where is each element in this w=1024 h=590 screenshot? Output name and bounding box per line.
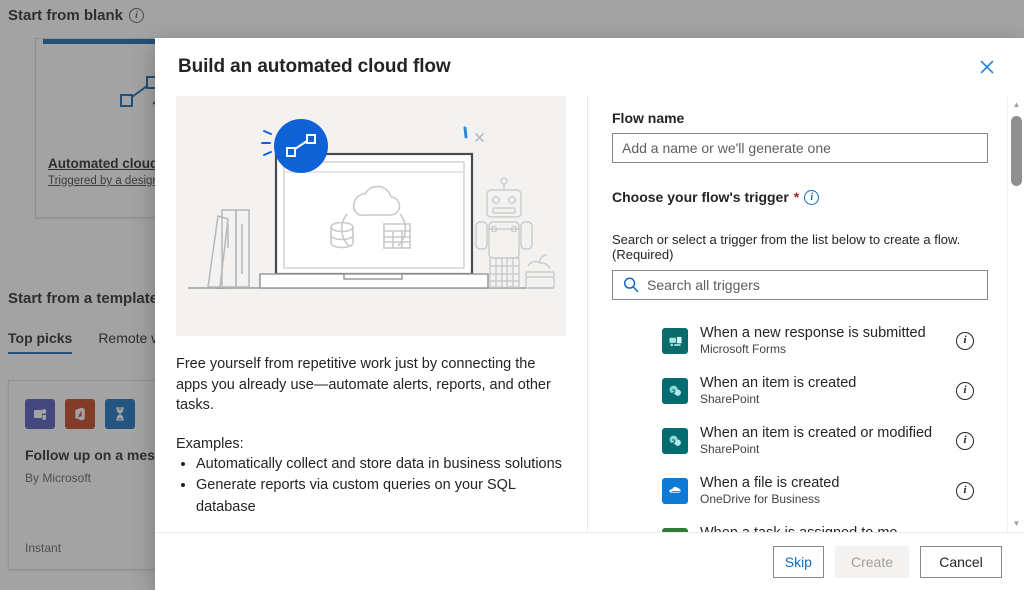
automated-flow-illustration <box>176 96 566 336</box>
search-input[interactable] <box>612 270 988 300</box>
trigger-text: When a task is assigned to me Planner <box>688 524 956 532</box>
dialog-left-pane: Free yourself from repetitive work just … <box>155 96 588 532</box>
cancel-button[interactable]: Cancel <box>920 546 1002 578</box>
onedrive-icon <box>662 478 688 504</box>
trigger-text: When a file is created OneDrive for Busi… <box>688 474 956 508</box>
search-icon <box>622 276 640 294</box>
examples-label: Examples: <box>176 436 565 452</box>
trigger-row-when-an-item-is-created-or-modified[interactable]: When an item is created or modified Shar… <box>612 416 994 466</box>
chevron-down-icon[interactable]: ▼ <box>1008 515 1024 532</box>
trigger-name: When a file is created <box>700 475 839 491</box>
trigger-service: SharePoint <box>700 392 956 408</box>
chevron-up-icon[interactable]: ▲ <box>1008 96 1024 113</box>
trigger-name: When an item is created <box>700 375 856 391</box>
planner-icon <box>662 528 688 532</box>
dialog-title: Build an automated cloud flow <box>178 56 972 78</box>
trigger-text: When a new response is submitted Microso… <box>688 324 956 358</box>
examples-list: Automatically collect and store data in … <box>196 454 565 519</box>
trigger-list: When a new response is submitted Microso… <box>612 316 994 532</box>
trigger-service: SharePoint <box>700 442 956 458</box>
sharepoint-icon <box>662 378 688 404</box>
trigger-service: Microsoft Forms <box>700 342 956 358</box>
trigger-name: When an item is created or modified <box>700 425 932 441</box>
choose-trigger-text: Choose your flow's trigger <box>612 189 789 205</box>
dialog-footer: Skip Create Cancel <box>155 532 1024 590</box>
flow-name-label: Flow name <box>612 110 994 126</box>
dialog-body: Free yourself from repetitive work just … <box>155 96 1024 532</box>
dialog-header: Build an automated cloud flow <box>155 38 1024 96</box>
trigger-row-when-an-item-is-created[interactable]: When an item is created SharePoint i <box>612 366 994 416</box>
right-pane-scrollbar[interactable]: ▲ ▼ <box>1007 96 1024 532</box>
trigger-service: OneDrive for Business <box>700 492 956 508</box>
list-item: Generate reports via custom queries on y… <box>196 475 565 519</box>
microsoft-forms-icon <box>662 328 688 354</box>
scroll-thumb[interactable] <box>1011 116 1022 186</box>
create-button[interactable]: Create <box>835 546 909 578</box>
info-icon[interactable]: i <box>956 482 974 500</box>
trigger-row-when-a-file-is-created[interactable]: When a file is created OneDrive for Busi… <box>612 466 994 516</box>
list-item: Automatically collect and store data in … <box>196 454 565 476</box>
trigger-text: When an item is created SharePoint <box>688 374 956 408</box>
trigger-row-when-a-new-response-is-submitted[interactable]: When a new response is submitted Microso… <box>612 316 994 366</box>
trigger-name: When a task is assigned to me <box>700 525 897 532</box>
dialog-right-pane: Flow name Choose your flow's trigger * i… <box>588 96 1024 532</box>
info-icon[interactable]: i <box>804 190 819 205</box>
info-icon[interactable]: i <box>956 432 974 450</box>
trigger-name: When a new response is submitted <box>700 325 926 341</box>
info-icon[interactable]: i <box>956 332 974 350</box>
info-icon[interactable]: i <box>956 382 974 400</box>
flow-name-input[interactable] <box>612 133 988 163</box>
search-triggers-wrapper <box>612 270 988 300</box>
dialog-description: Free yourself from repetitive work just … <box>176 354 566 416</box>
trigger-help-text: Search or select a trigger from the list… <box>612 232 994 262</box>
build-automated-cloud-flow-dialog: Build an automated cloud flow <box>155 38 1024 590</box>
sharepoint-icon <box>662 428 688 454</box>
required-marker: * <box>794 189 799 205</box>
close-icon[interactable] <box>972 52 1002 82</box>
skip-button[interactable]: Skip <box>773 546 824 578</box>
trigger-text: When an item is created or modified Shar… <box>688 424 956 458</box>
trigger-row-when-a-task-is-assigned-to-me[interactable]: When a task is assigned to me Planner i <box>612 516 994 532</box>
choose-trigger-label: Choose your flow's trigger * i <box>612 189 994 205</box>
